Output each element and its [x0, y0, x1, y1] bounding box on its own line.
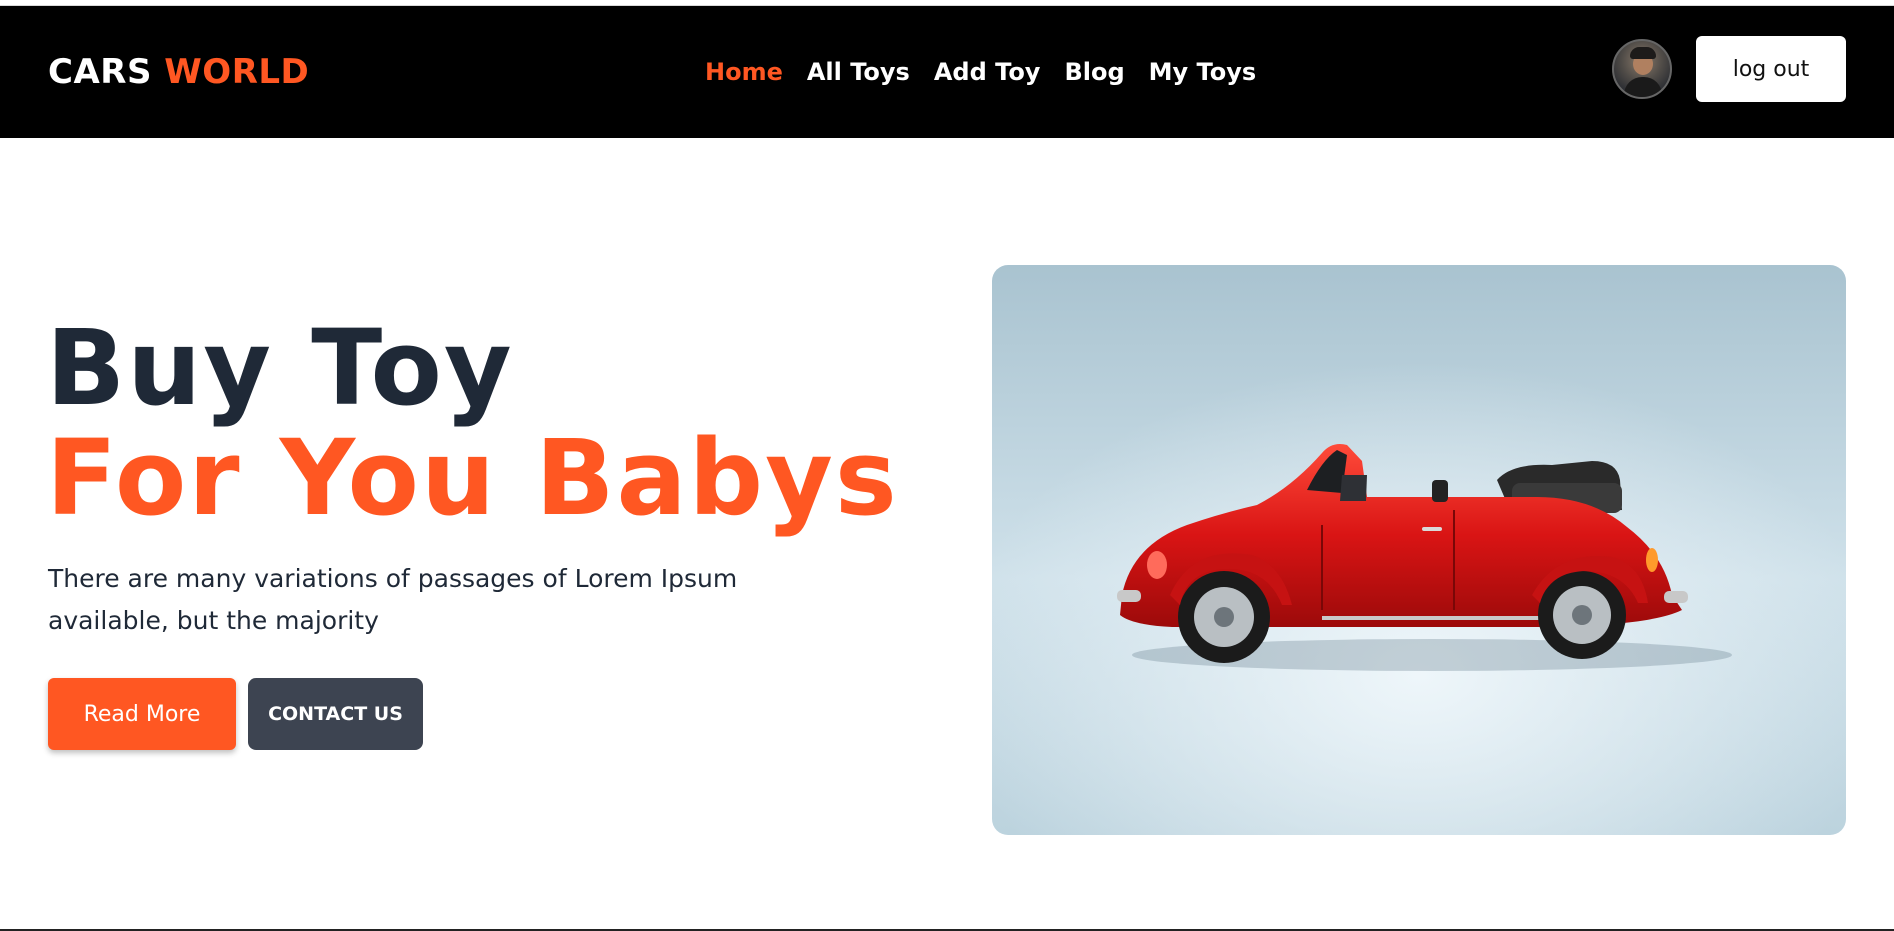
logout-button[interactable]: log out: [1696, 36, 1846, 102]
toy-car-illustration: [992, 265, 1846, 835]
avatar-body: [1624, 77, 1662, 97]
read-more-button[interactable]: Read More: [48, 678, 236, 750]
main-nav: Home All Toys Add Toy Blog My Toys: [705, 58, 1256, 86]
nav-link-blog[interactable]: Blog: [1064, 58, 1124, 86]
nav-link-all-toys[interactable]: All Toys: [807, 58, 910, 86]
hero-headline-line2: For You Babys: [46, 417, 899, 539]
nav-link-add-toy[interactable]: Add Toy: [934, 58, 1041, 86]
contact-us-button[interactable]: CONTACT US: [248, 678, 423, 750]
nav-link-home[interactable]: Home: [705, 58, 783, 86]
avatar-hair: [1630, 47, 1656, 59]
site-logo[interactable]: CARS WORLD: [48, 52, 309, 92]
logo-text-cars: CARS: [48, 52, 152, 92]
site-header: CARS WORLD Home All Toys Add Toy Blog My…: [0, 6, 1894, 138]
hero-headline-line1: Buy Toy: [46, 307, 514, 429]
user-avatar[interactable]: [1612, 39, 1672, 99]
logo-text-world: WORLD: [164, 52, 310, 92]
hero-description: There are many variations of passages of…: [48, 564, 738, 635]
nav-link-my-toys[interactable]: My Toys: [1149, 58, 1256, 86]
hero-car-image: [992, 265, 1846, 835]
